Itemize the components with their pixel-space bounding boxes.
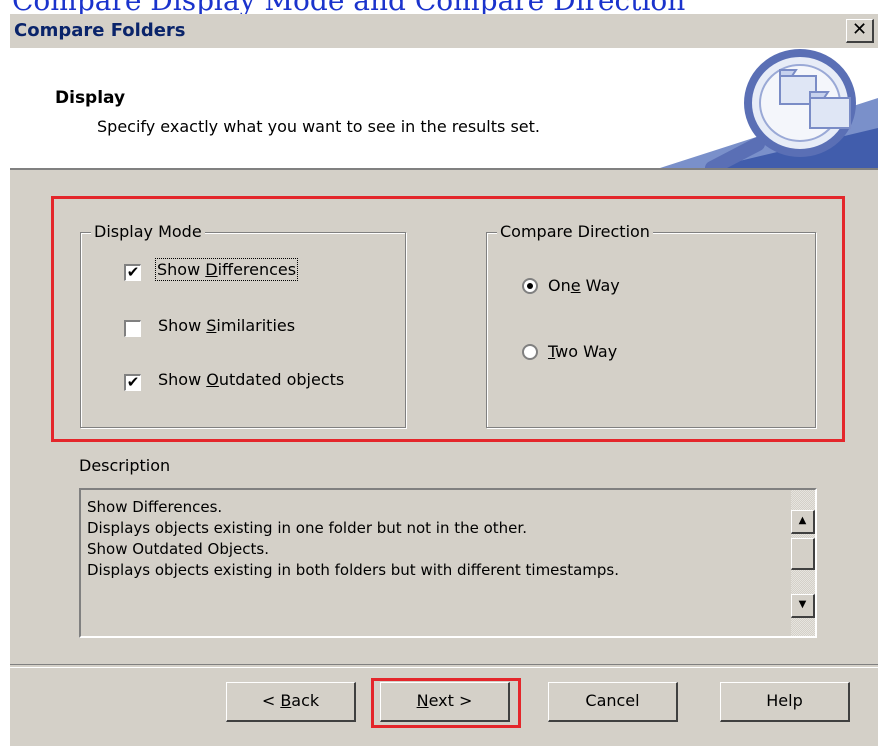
top-strip-text: Compare Display Mode and Compare Directi… <box>12 0 685 14</box>
triangle-down-icon: ▼ <box>798 599 807 610</box>
description-box: Show Differences. Displays objects exist… <box>79 488 817 638</box>
title-bar: Compare Folders ✕ <box>10 14 878 48</box>
scroll-thumb[interactable] <box>791 538 815 570</box>
description-label: Description <box>79 456 171 475</box>
top-strip: Compare Display Mode and Compare Directi… <box>0 0 882 14</box>
description-line: Displays objects existing in both folder… <box>87 561 620 579</box>
cancel-button[interactable]: Cancel <box>548 682 678 722</box>
description-line: Displays objects existing in one folder … <box>87 519 527 537</box>
triangle-up-icon: ▲ <box>798 515 807 526</box>
highlight-options-box <box>51 196 845 442</box>
page-subtitle: Specify exactly what you want to see in … <box>97 117 540 136</box>
description-line: Show Differences. <box>87 498 223 516</box>
scroll-up-button[interactable]: ▲ <box>791 510 815 534</box>
help-button[interactable]: Help <box>720 682 850 722</box>
wizard-header: Display Specify exactly what you want to… <box>10 48 878 170</box>
scroll-down-button[interactable]: ▼ <box>791 594 815 618</box>
highlight-next-button <box>371 678 521 728</box>
close-button[interactable]: ✕ <box>846 19 874 43</box>
folder-magnifier-icon <box>660 49 878 168</box>
description-scrollbar[interactable]: ▲ ▼ <box>791 490 815 636</box>
close-icon: ✕ <box>851 19 868 40</box>
page-title: Display <box>55 88 126 108</box>
window-title: Compare Folders <box>14 20 186 41</box>
compare-folders-dialog: Compare Folders ✕ Display Specify exactl… <box>9 14 878 746</box>
footer-separator <box>10 664 878 668</box>
back-button[interactable]: < Back <box>226 682 356 722</box>
description-line: Show Outdated Objects. <box>87 540 269 558</box>
